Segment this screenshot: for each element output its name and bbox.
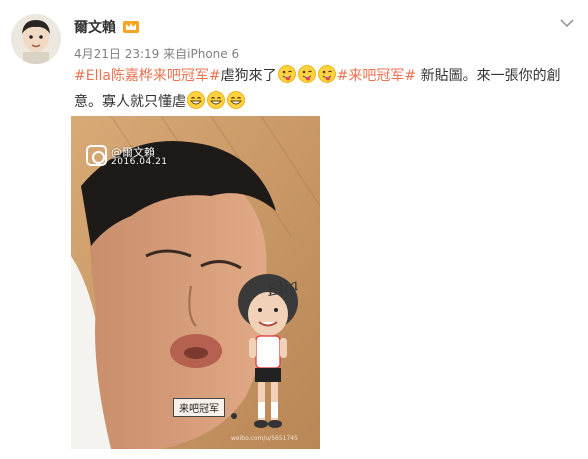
post-timestamp[interactable]: 4月21日 23:19 bbox=[74, 47, 159, 61]
avatar[interactable] bbox=[11, 14, 61, 64]
grin-emoji bbox=[187, 91, 205, 109]
post-text-segment: 虐狗來了 bbox=[220, 68, 277, 84]
vip-crown-badge-icon[interactable] bbox=[122, 18, 140, 34]
sticker-label-dot bbox=[231, 413, 237, 419]
grin-emoji bbox=[227, 91, 245, 109]
post-source[interactable]: iPhone 6 bbox=[187, 47, 239, 61]
chevron-down-icon[interactable] bbox=[560, 18, 574, 28]
photo-overlay-date: 2016.04.21 bbox=[111, 157, 168, 167]
tongue-wink-emoji bbox=[317, 65, 336, 83]
tongue-wink-emoji bbox=[297, 65, 316, 83]
post-photo[interactable]: @爾文賴 2016.04.21 Ella 来吧冠军 weibo.com/u/56… bbox=[71, 116, 320, 449]
post-text: #Ella陈嘉桦来吧冠军#虐狗來了 #来吧冠军# 新貼圖。來一張你的創意。寡人就只… bbox=[74, 63, 578, 115]
username[interactable]: 爾文賴 bbox=[74, 17, 116, 37]
hashtag-link[interactable]: #来吧冠军# bbox=[337, 68, 416, 84]
grin-emoji bbox=[207, 91, 225, 109]
avatar-child-image bbox=[11, 14, 61, 64]
source-prefix: 来自 bbox=[163, 47, 188, 61]
photo-watermark: weibo.com/u/5651745 bbox=[231, 435, 298, 442]
post-meta: 4月21日 23:19 来自iPhone 6 bbox=[74, 45, 239, 62]
hashtag-link[interactable]: #Ella陈嘉桦来吧冠军# bbox=[74, 68, 221, 84]
tongue-wink-emoji bbox=[277, 65, 296, 83]
sticker-label: 来吧冠军 bbox=[173, 398, 225, 417]
instagram-icon bbox=[86, 145, 107, 166]
